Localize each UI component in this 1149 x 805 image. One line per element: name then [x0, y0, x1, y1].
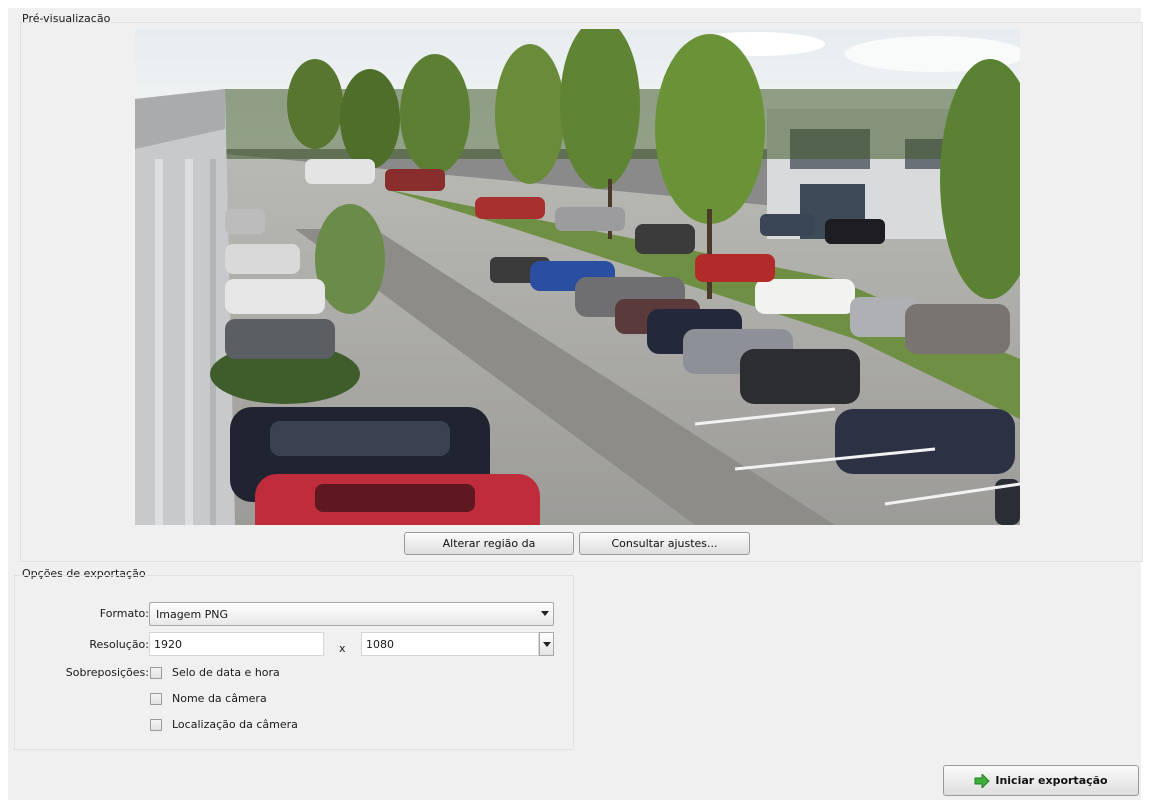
- camera-name-checkbox[interactable]: [150, 693, 162, 705]
- format-select-value: Imagem PNG: [156, 607, 229, 621]
- format-select[interactable]: Imagem PNG: [149, 602, 554, 626]
- change-region-button[interactable]: Alterar região da: [404, 532, 574, 555]
- camera-preview-image: [135, 29, 1020, 525]
- green-arrow-icon: [974, 773, 991, 788]
- resolution-label: Resolução:: [89, 638, 149, 651]
- chevron-down-icon: [543, 642, 551, 647]
- chevron-down-icon: [541, 611, 549, 616]
- start-export-label: Iniciar exportação: [995, 774, 1108, 787]
- view-settings-button[interactable]: Consultar ajustes...: [579, 532, 750, 555]
- parking-lot-scene: [135, 29, 1020, 525]
- format-label: Formato:: [99, 607, 149, 620]
- camera-location-checkbox[interactable]: [150, 719, 162, 731]
- export-dialog: Pré-visualização Alterar região da Consu…: [8, 8, 1143, 800]
- camera-name-checkbox-label: Nome da câmera: [172, 692, 267, 705]
- resolution-separator: x: [339, 642, 346, 655]
- resolution-height-input[interactable]: 1080: [361, 632, 539, 656]
- resolution-width-input[interactable]: 1920: [149, 632, 324, 656]
- camera-location-checkbox-label: Localização da câmera: [172, 718, 298, 731]
- overlays-label: Sobreposições:: [65, 666, 149, 679]
- timestamp-checkbox[interactable]: [150, 667, 162, 679]
- resolution-dropdown-button[interactable]: [539, 632, 554, 656]
- start-export-button[interactable]: Iniciar exportação: [943, 765, 1139, 796]
- timestamp-checkbox-label: Selo de data e hora: [172, 666, 280, 679]
